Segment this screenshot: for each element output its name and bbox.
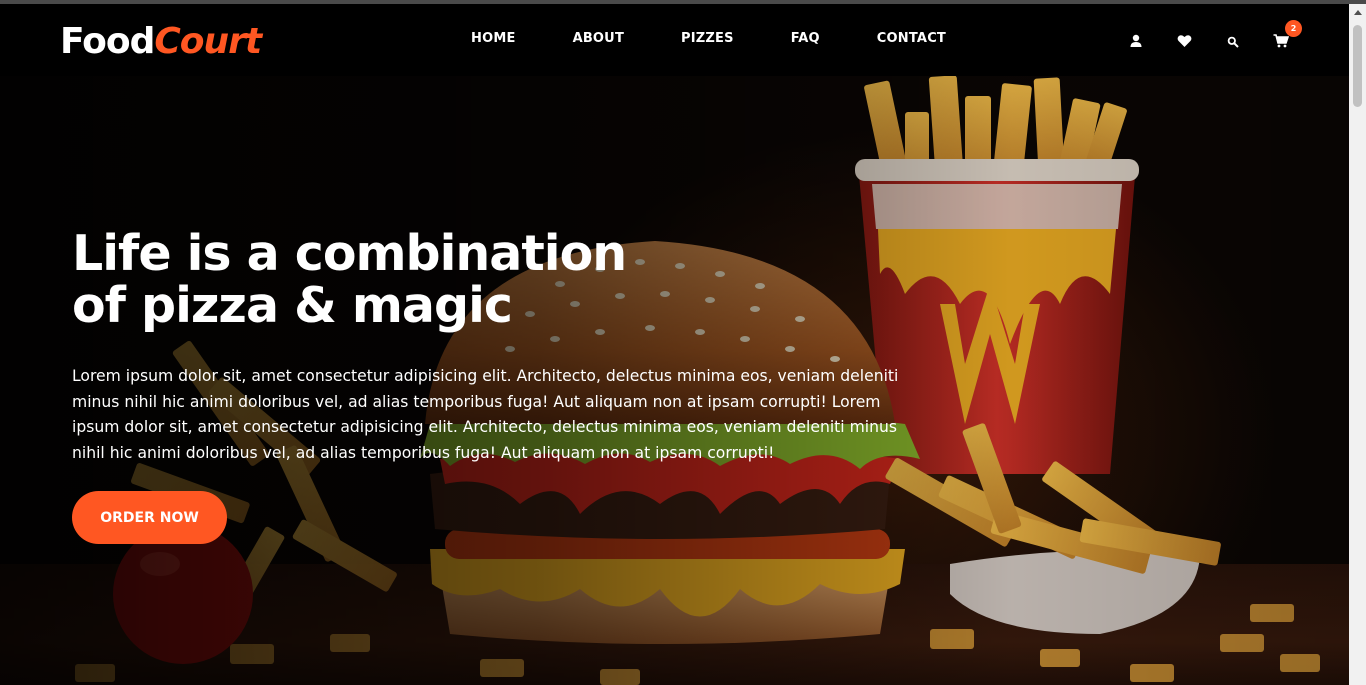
brand-logo-part2: Court (154, 21, 262, 62)
brand-logo-part1: Food (60, 21, 155, 62)
cart-icon[interactable] (1273, 33, 1289, 49)
heart-icon[interactable] (1176, 33, 1192, 49)
search-icon[interactable] (1225, 34, 1241, 50)
hero-title-line2: of pizza & magic (72, 277, 513, 334)
scrollbar-thumb[interactable] (1353, 25, 1362, 107)
brand-logo[interactable]: FoodCourt (60, 20, 262, 64)
hero-overlay (0, 4, 1349, 685)
page: FoodCourt HOME ABOUT PIZZES FAQ CONTACT … (0, 4, 1349, 685)
order-now-button[interactable]: ORDER NOW (72, 491, 227, 544)
site-header: FoodCourt HOME ABOUT PIZZES FAQ CONTACT … (0, 4, 1349, 76)
hero-description: Lorem ipsum dolor sit, amet consectetur … (72, 367, 899, 462)
nav-pizzes[interactable]: PIZZES (681, 31, 734, 46)
cart-count-badge: 2 (1285, 20, 1302, 37)
hero-title: Life is a combination of pizza & magic (72, 228, 772, 332)
user-icon[interactable] (1128, 33, 1144, 49)
main-nav: HOME ABOUT PIZZES FAQ CONTACT (471, 31, 946, 46)
nav-contact[interactable]: CONTACT (877, 31, 946, 46)
page-scrollbar[interactable] (1349, 4, 1366, 685)
nav-about[interactable]: ABOUT (573, 31, 624, 46)
nav-faq[interactable]: FAQ (791, 31, 820, 46)
scroll-up-arrow-icon[interactable] (1349, 4, 1366, 21)
hero-title-line1: Life is a combination (72, 225, 627, 282)
nav-home[interactable]: HOME (471, 31, 516, 46)
